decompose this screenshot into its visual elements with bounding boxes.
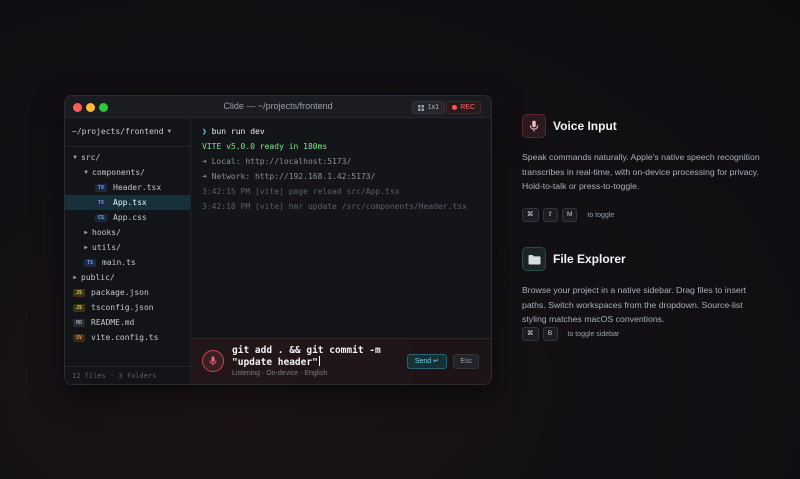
tree-item-label: vite.config.ts (91, 333, 159, 342)
dictation-line: git add . && git commit -m (232, 345, 381, 356)
tree-item-label: public/ (81, 273, 115, 282)
command-text: bun run dev (211, 127, 265, 136)
text-cursor (318, 356, 321, 366)
explorer-feature-title: File Explorer (553, 252, 626, 266)
chevron-down-icon[interactable]: ▼ (69, 154, 81, 161)
send-button[interactable]: Send ↵ (406, 354, 447, 369)
key-cap: ⌘ (522, 327, 539, 341)
explorer-feature-description: Browse your project in a native sidebar.… (522, 285, 747, 324)
tree-file[interactable]: JS package.json (65, 285, 190, 300)
shortcut-hint: to toggle (587, 211, 615, 219)
workspace-label: ~/projects/frontend (72, 127, 164, 136)
tree-folder[interactable]: ▶ hooks/ (65, 225, 190, 240)
chevron-down-icon[interactable]: ▼ (80, 169, 92, 176)
escape-button[interactable]: Esc (453, 354, 479, 369)
tree-file[interactable]: TS main.ts (65, 255, 190, 270)
tree-item-label: utils/ (92, 243, 121, 252)
tree-item-label: components/ (92, 168, 145, 177)
network-url-line: ➜ Network: http://192.168.1.42:5173/ (202, 172, 376, 181)
record-dot-icon (452, 105, 458, 110)
file-type-icon: TX (95, 198, 107, 207)
file-type-icon: SV (73, 333, 85, 342)
tree-file[interactable]: JS tsconfig.json (65, 300, 190, 315)
explorer-feature-icon-badge (522, 247, 546, 271)
voice-feature-title: Voice Input (553, 119, 617, 133)
file-type-icon: JS (73, 288, 85, 297)
key-cap: M (561, 208, 578, 222)
tree-item-label: main.ts (102, 258, 136, 267)
tree-item-label: README.md (91, 318, 135, 327)
file-tree: ▼ src/▼ components/TX Header.tsx TX App.tsx CS… (65, 150, 190, 345)
voice-feature-icon-badge (522, 114, 546, 138)
tree-folder[interactable]: ▼ components/ (65, 165, 190, 180)
tree-item-label: src/ (81, 153, 101, 162)
shortcut-hint: to toggle sidebar (567, 330, 620, 338)
file-type-icon: JS (73, 303, 85, 312)
dictation-status: Listening · On-device · English (232, 370, 328, 377)
tree-item-label: package.json (91, 288, 149, 297)
voice-input-feature: Voice Input Speak commands naturally. Ap… (522, 114, 772, 229)
explorer-shortcut: ⌘ B to toggle sidebar (522, 327, 619, 341)
tree-folder[interactable]: ▶ utils/ (65, 240, 190, 255)
voice-feature-description: Speak commands naturally. Apple's native… (522, 152, 760, 191)
tree-folder[interactable]: ▼ src/ (65, 150, 190, 165)
tree-file[interactable]: CS App.css (65, 210, 190, 225)
key-cap: B (542, 327, 558, 341)
tree-folder[interactable]: ▶ public/ (65, 270, 190, 285)
sidebar-footer: 12 files · 3 folders (65, 366, 190, 384)
tree-item-label: App.tsx (113, 198, 147, 207)
local-url-line: ➜ Local: http://localhost:5173/ (202, 157, 352, 166)
microphone-icon (209, 356, 217, 366)
file-type-icon: TS (84, 258, 96, 267)
key-cap: ⌘ (522, 208, 539, 222)
vite-ready-line: VITE v5.0.0 ready in 180ms (202, 142, 328, 151)
command-line: ❯ bun run dev (202, 127, 265, 136)
tree-file[interactable]: SV vite.config.ts (65, 330, 190, 345)
prompt-icon: ❯ (202, 127, 207, 136)
chevron-right-icon[interactable]: ▶ (80, 229, 92, 236)
tree-item-label: tsconfig.json (91, 303, 154, 312)
app-window: Clide — ~/projects/frontend 1x1 REC ~/pr… (64, 95, 492, 385)
log-line: 3:42:15 PM [vite] page reload src/App.ts… (202, 187, 400, 196)
workspace-dropdown[interactable]: ~/projects/frontend ▼ (72, 127, 171, 136)
grid-icon (417, 104, 424, 111)
voice-input-bar: git add . && git commit -m "update heade… (192, 338, 491, 384)
microphone-button[interactable] (202, 350, 224, 372)
divider (65, 146, 190, 147)
tree-file[interactable]: TX App.tsx (65, 195, 190, 210)
layout-label: 1x1 (427, 104, 439, 111)
layout-button[interactable]: 1x1 (411, 101, 445, 114)
terminal-output[interactable]: ❯ bun run dev VITE v5.0.0 ready in 180ms… (192, 118, 491, 338)
dictation-line: "update header" (232, 357, 318, 368)
tree-file[interactable]: MD README.md (65, 315, 190, 330)
microphone-icon (529, 120, 539, 132)
rec-label: REC (460, 104, 475, 111)
chevron-right-icon[interactable]: ▶ (80, 244, 92, 251)
folder-icon (528, 254, 540, 264)
file-type-icon: MD (73, 318, 85, 327)
chevron-down-icon: ▼ (167, 128, 172, 135)
log-line: 3:42:18 PM [vite] hmr update /src/compon… (202, 202, 467, 211)
file-explorer-sidebar: ~/projects/frontend ▼ ▼ src/▼ components/T… (65, 118, 191, 384)
dictation-text[interactable]: git add . && git commit -m "update heade… (232, 345, 392, 368)
recording-indicator[interactable]: REC (446, 101, 481, 114)
voice-shortcut: ⌘ ⇧ M to toggle (522, 208, 614, 222)
tree-item-label: Header.tsx (113, 183, 162, 192)
tree-item-label: hooks/ (92, 228, 121, 237)
chevron-right-icon[interactable]: ▶ (69, 274, 81, 281)
file-type-icon: CS (95, 213, 107, 222)
tree-item-label: App.css (113, 213, 147, 222)
file-type-icon: TX (95, 183, 107, 192)
file-explorer-feature: File Explorer Browse your project in a n… (522, 247, 772, 347)
title-bar: Clide — ~/projects/frontend 1x1 REC (65, 96, 491, 118)
key-cap: ⇧ (542, 208, 558, 222)
tree-file[interactable]: TX Header.tsx (65, 180, 190, 195)
